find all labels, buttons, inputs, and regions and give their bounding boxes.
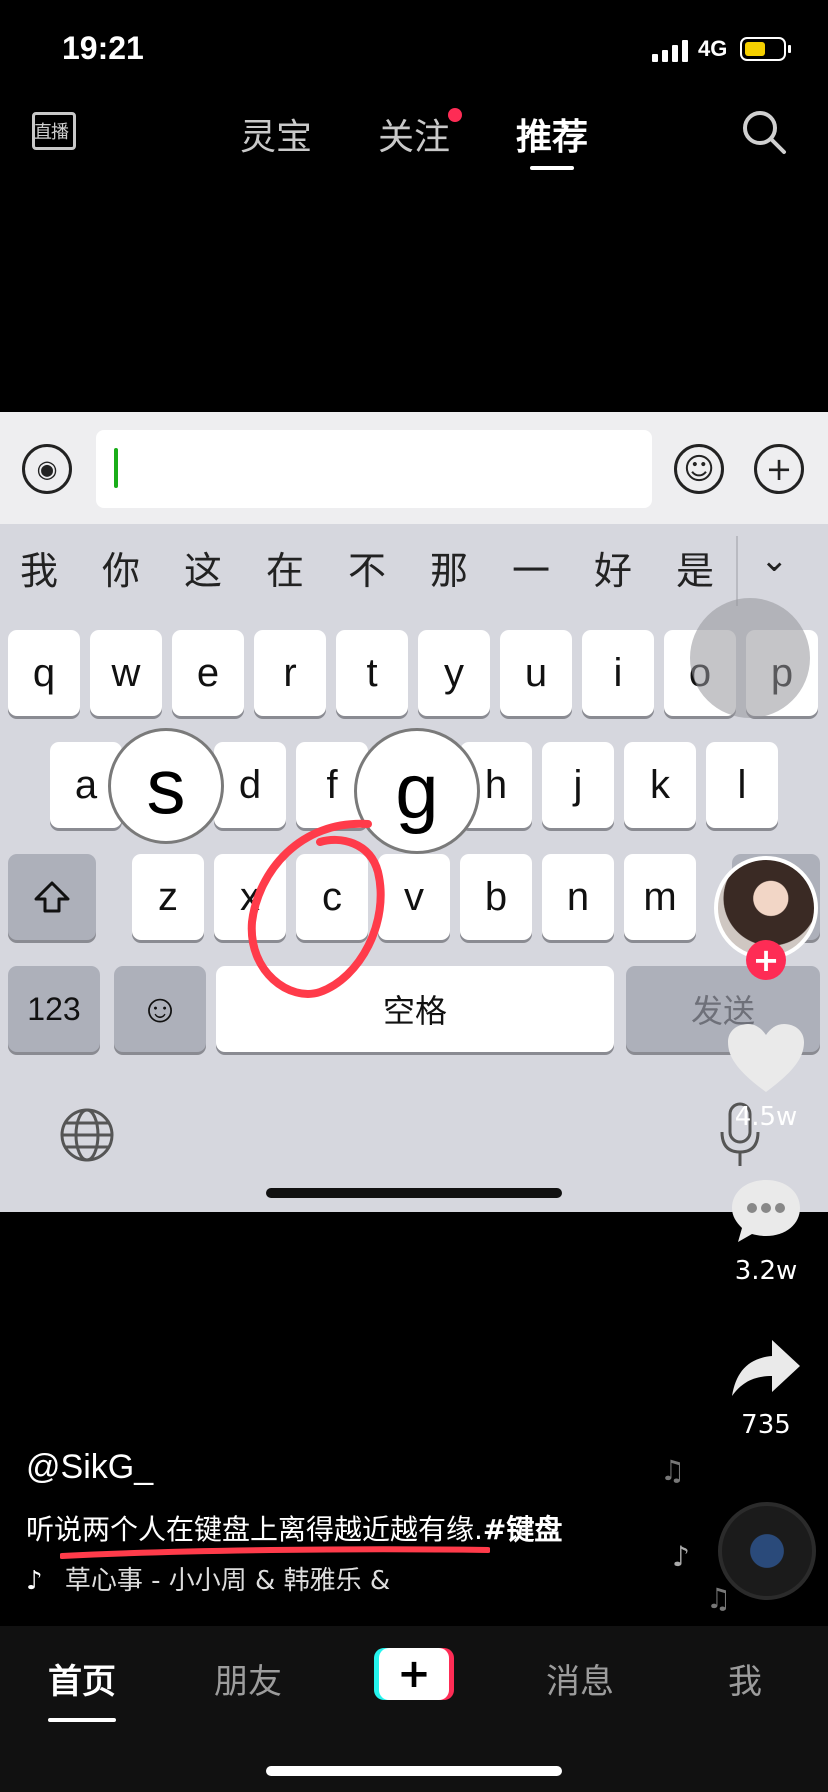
key-k: k <box>624 742 696 828</box>
comment-icon[interactable] <box>730 1176 802 1246</box>
active-tab-indicator <box>530 166 574 170</box>
key-e: e <box>172 630 244 716</box>
candidate: 那 <box>430 549 469 593</box>
share-icon[interactable] <box>730 1338 802 1400</box>
voice-icon: ◉ <box>22 444 72 494</box>
tab-me[interactable]: 我 <box>728 1654 762 1703</box>
shift-key <box>8 854 96 940</box>
key-b: b <box>460 854 532 940</box>
key-n: n <box>542 854 614 940</box>
create-button[interactable]: + <box>374 1648 454 1700</box>
candidate-divider <box>736 536 738 606</box>
plus-icon: + <box>754 444 804 494</box>
globe-icon <box>60 1108 114 1162</box>
signal-icon <box>652 40 690 62</box>
music-note-icon: ♪ <box>672 1540 690 1573</box>
key-j: j <box>542 742 614 828</box>
music-title: 草心事 - 小小周 & 韩雅乐 & <box>64 1566 391 1596</box>
music-info[interactable]: ♪ 草心事 - 小小周 & 韩雅乐 & <box>26 1560 390 1597</box>
video-player[interactable]: ◉ ☺ + 我 你 这 在 不 那 一 好 是 ⌄ q w e r t y u … <box>0 412 828 1212</box>
follow-plus-button[interactable]: + <box>746 940 786 980</box>
likes-count: 4.5w <box>734 1102 798 1132</box>
search-icon[interactable] <box>740 108 788 156</box>
key-l: l <box>706 742 778 828</box>
tab-recommend[interactable]: 推荐 <box>516 108 588 160</box>
tab-friends[interactable]: 朋友 <box>214 1654 282 1703</box>
music-note-icon: ♫ <box>706 1582 732 1615</box>
author-name[interactable]: @SikG_ <box>26 1448 153 1487</box>
tab-messages[interactable]: 消息 <box>546 1654 614 1703</box>
music-note-icon: ♫ <box>660 1454 686 1487</box>
candidate: 一 <box>512 549 551 593</box>
candidate: 这 <box>184 549 223 593</box>
chat-input-bar: ◉ ☺ + <box>0 412 828 524</box>
home-indicator <box>266 1766 562 1776</box>
key-u: u <box>500 630 572 716</box>
key-t: t <box>336 630 408 716</box>
shift-icon <box>34 881 70 913</box>
annotation-underline <box>60 1546 490 1559</box>
plus-icon: + <box>379 1648 449 1700</box>
description-text: 听说两个人在键盘上离得越近越有缘. <box>26 1513 483 1546</box>
candidate: 不 <box>348 549 387 593</box>
candidate: 好 <box>594 549 633 593</box>
network-type: 4G <box>698 36 728 61</box>
emoji-icon: ☺ <box>139 986 181 1031</box>
notification-dot <box>448 108 462 122</box>
heart-icon[interactable] <box>726 1022 806 1096</box>
battery-icon <box>740 37 791 61</box>
candidate: 我 <box>20 549 59 593</box>
key-q: q <box>8 630 80 716</box>
chevron-down-icon: ⌄ <box>760 540 789 580</box>
emoji-icon: ☺ <box>674 444 724 494</box>
candidate: 你 <box>102 549 141 593</box>
key-m: m <box>624 854 696 940</box>
active-tab-indicator <box>48 1718 116 1722</box>
comments-count: 3.2w <box>734 1256 798 1286</box>
emoji-key: ☺ <box>114 966 206 1052</box>
key-y: y <box>418 630 490 716</box>
key-i: i <box>582 630 654 716</box>
key-w: w <box>90 630 162 716</box>
video-description: 听说两个人在键盘上离得越近越有缘.#键盘 <box>26 1508 562 1548</box>
live-label: 直播 <box>34 122 69 143</box>
video-home-indicator <box>266 1188 562 1198</box>
status-time: 19:21 <box>62 30 144 66</box>
chat-input-field <box>96 430 652 508</box>
live-icon[interactable]: 直播 <box>30 104 80 154</box>
candidate: 是 <box>676 549 715 593</box>
shares-count: 735 <box>741 1410 791 1440</box>
key-r: r <box>254 630 326 716</box>
numbers-key: 123 <box>8 966 100 1052</box>
tab-lingbao[interactable]: 灵宝 <box>240 108 312 160</box>
annotation-circle <box>247 819 385 998</box>
hashtag-link[interactable]: #键盘 <box>483 1513 562 1546</box>
touch-indicator <box>690 598 810 718</box>
tab-home[interactable]: 首页 <box>48 1654 116 1703</box>
key-z: z <box>132 854 204 940</box>
tiktok-note-icon: ♪ <box>26 1566 43 1596</box>
key-s-popup: s <box>108 728 224 844</box>
music-disc[interactable] <box>718 1502 816 1600</box>
text-caret <box>114 448 118 488</box>
candidate: 在 <box>266 549 305 593</box>
tab-following[interactable]: 关注 <box>378 108 450 160</box>
